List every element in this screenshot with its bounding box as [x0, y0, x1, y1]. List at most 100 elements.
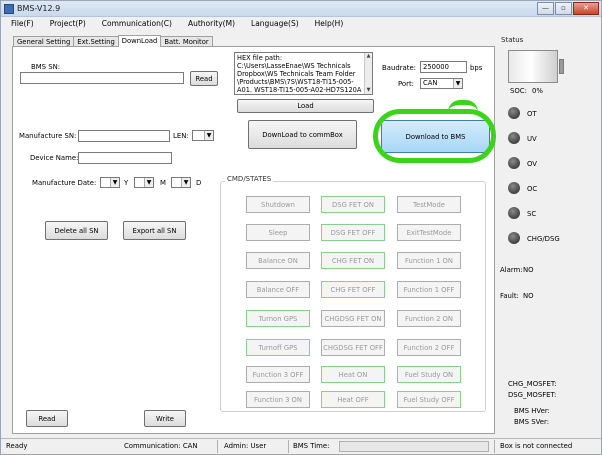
- read-sn-button[interactable]: Read: [190, 71, 218, 86]
- delete-all-sn-button[interactable]: Delete all SN: [45, 221, 108, 240]
- menu-communication[interactable]: Communication(C): [92, 18, 172, 31]
- len-select[interactable]: ▼: [192, 130, 214, 141]
- cmd-dsg-fet-off[interactable]: DSG FET OFF: [321, 224, 385, 241]
- bms-sver-label: BMS SVer:: [514, 418, 550, 426]
- cmd-fuel-study-on[interactable]: Fuel Study ON: [397, 366, 461, 383]
- year-select[interactable]: ▼: [100, 177, 120, 188]
- cmd-sleep[interactable]: Sleep: [246, 224, 310, 241]
- cmd-shutdown[interactable]: Shutdown: [246, 196, 310, 213]
- battery-icon: [508, 50, 558, 83]
- chg-dsg-led-icon: [508, 232, 520, 244]
- soc-label: SOC:: [510, 87, 527, 95]
- month-select[interactable]: ▼: [134, 177, 154, 188]
- status-bar: Ready Communication: CAN Admin: User BMS…: [1, 438, 601, 454]
- bottom-write-button[interactable]: Write: [144, 410, 186, 427]
- maximize-button[interactable]: ▫: [555, 2, 572, 15]
- load-button[interactable]: Load: [237, 99, 374, 113]
- chg-mosfet-label: CHG_MOSFET:: [508, 380, 557, 388]
- cmd-function3-on[interactable]: Function 3 ON: [246, 391, 310, 408]
- len-label: LEN:: [173, 132, 189, 140]
- hex-path-text: HEX file path: C:\Users\LasseEnae\WS Tec…: [237, 54, 362, 94]
- green-highlight-circle: [373, 109, 496, 163]
- hex-path-scrollbar[interactable]: ▲ ▼: [364, 53, 372, 94]
- close-button[interactable]: ✕: [573, 2, 599, 15]
- menu-authority[interactable]: Authority(M): [178, 18, 235, 31]
- scroll-down-icon[interactable]: ▼: [365, 87, 372, 94]
- window-title: BMS-V12.9: [17, 4, 61, 13]
- cmd-heat-off[interactable]: Heat OFF: [321, 391, 385, 408]
- device-name-input[interactable]: [78, 152, 172, 164]
- cmd-fuel-study-off[interactable]: Fuel Study OFF: [397, 391, 461, 408]
- chevron-down-icon: ▼: [453, 79, 462, 88]
- cmd-function3-off[interactable]: Function 3 OFF: [246, 366, 310, 383]
- battery-tip: [559, 59, 564, 74]
- cmd-function2-off[interactable]: Function 2 OFF: [397, 339, 461, 356]
- status-bms-time: BMS Time:: [293, 442, 330, 450]
- chevron-down-icon: ▼: [110, 178, 119, 187]
- ov-label: OV: [527, 160, 538, 168]
- cmd-chg-fet-on[interactable]: CHG FET ON: [321, 252, 385, 269]
- port-select[interactable]: CAN ▼: [420, 78, 463, 89]
- menu-project[interactable]: Project(P): [40, 18, 86, 31]
- menu-bar: File(F) Project(P) Communication(C) Auth…: [1, 18, 601, 31]
- menu-language[interactable]: Language(S): [241, 18, 299, 31]
- manufacture-date-label: Manufacture Date:: [32, 179, 97, 187]
- cmd-turnon-gps[interactable]: Turnon GPS: [246, 310, 310, 327]
- fault-value: NO: [523, 292, 534, 300]
- app-icon: [4, 4, 14, 14]
- status-separator: [494, 440, 495, 453]
- baudrate-input[interactable]: 250000: [420, 61, 467, 73]
- cmd-turnoff-gps[interactable]: Turnoff GPS: [246, 339, 310, 356]
- chevron-down-icon: ▼: [181, 178, 190, 187]
- cmd-chg-fet-off[interactable]: CHG FET OFF: [321, 281, 385, 298]
- cmd-chgdsg-fet-off[interactable]: CHGDSG FET OFF: [321, 339, 385, 356]
- tab-download[interactable]: DownLoad: [117, 35, 162, 47]
- bottom-read-button[interactable]: Read: [26, 410, 68, 427]
- cmd-states-title: CMD/STATES: [225, 175, 274, 183]
- cmd-function2-on[interactable]: Function 2 ON: [397, 310, 461, 327]
- menu-file[interactable]: File(F): [1, 18, 34, 31]
- alarm-label: Alarm:: [500, 266, 523, 274]
- cmd-testmode[interactable]: TestMode: [397, 196, 461, 213]
- menu-help[interactable]: Help(H): [305, 18, 344, 31]
- dsg-mosfet-label: DSG_MOSFET:: [508, 391, 557, 399]
- cmd-chgdsg-fet-on[interactable]: CHGDSG FET ON: [321, 310, 385, 327]
- status-ready: Ready: [6, 442, 28, 450]
- manufacture-sn-input[interactable]: [78, 130, 170, 142]
- ot-label: OT: [527, 110, 537, 118]
- month-label: M: [160, 179, 166, 187]
- green-highlight-tail: [448, 100, 478, 112]
- title-bar: BMS-V12.9 — ▫ ✕: [1, 1, 601, 17]
- day-select[interactable]: ▼: [171, 177, 191, 188]
- app-window: BMS-V12.9 — ▫ ✕ File(F) Project(P) Commu…: [0, 0, 602, 455]
- scroll-up-icon[interactable]: ▲: [365, 53, 372, 60]
- bms-hver-label: BMS HVer:: [514, 407, 550, 415]
- port-value: CAN: [423, 79, 438, 87]
- export-all-sn-button[interactable]: Export all SN: [123, 221, 186, 240]
- cmd-dsg-fet-on[interactable]: DSG FET ON: [321, 196, 385, 213]
- cmd-balance-on[interactable]: Balance ON: [246, 252, 310, 269]
- status-communication: Communication: CAN: [124, 442, 198, 450]
- cmd-balance-off[interactable]: Balance OFF: [246, 281, 310, 298]
- cmd-function1-on[interactable]: Function 1 ON: [397, 252, 461, 269]
- fault-label: Fault:: [500, 292, 519, 300]
- cmd-exit-testmode[interactable]: ExitTestMode: [397, 224, 461, 241]
- ov-led-icon: [508, 157, 520, 169]
- oc-led-icon: [508, 182, 520, 194]
- cmd-heat-on[interactable]: Heat ON: [321, 366, 385, 383]
- minimize-button[interactable]: —: [537, 2, 554, 15]
- day-label: D: [196, 179, 202, 187]
- download-to-commbox-button[interactable]: DownLoad to commBox: [248, 120, 357, 149]
- soc-value: 0%: [532, 87, 543, 95]
- bms-sn-label: BMS SN:: [31, 63, 61, 71]
- year-label: Y: [124, 179, 129, 187]
- bms-sn-input[interactable]: [20, 72, 184, 84]
- baudrate-label: Baudrate:: [382, 64, 417, 72]
- alarm-value: NO: [523, 266, 534, 274]
- chg-dsg-label: CHG/DSG: [527, 235, 560, 243]
- manufacture-sn-label: Manufacture SN:: [19, 132, 77, 140]
- oc-label: OC: [527, 185, 538, 193]
- port-label: Port:: [398, 80, 414, 88]
- hex-path-textbox[interactable]: HEX file path: C:\Users\LasseEnae\WS Tec…: [234, 52, 373, 95]
- cmd-function1-off[interactable]: Function 1 OFF: [397, 281, 461, 298]
